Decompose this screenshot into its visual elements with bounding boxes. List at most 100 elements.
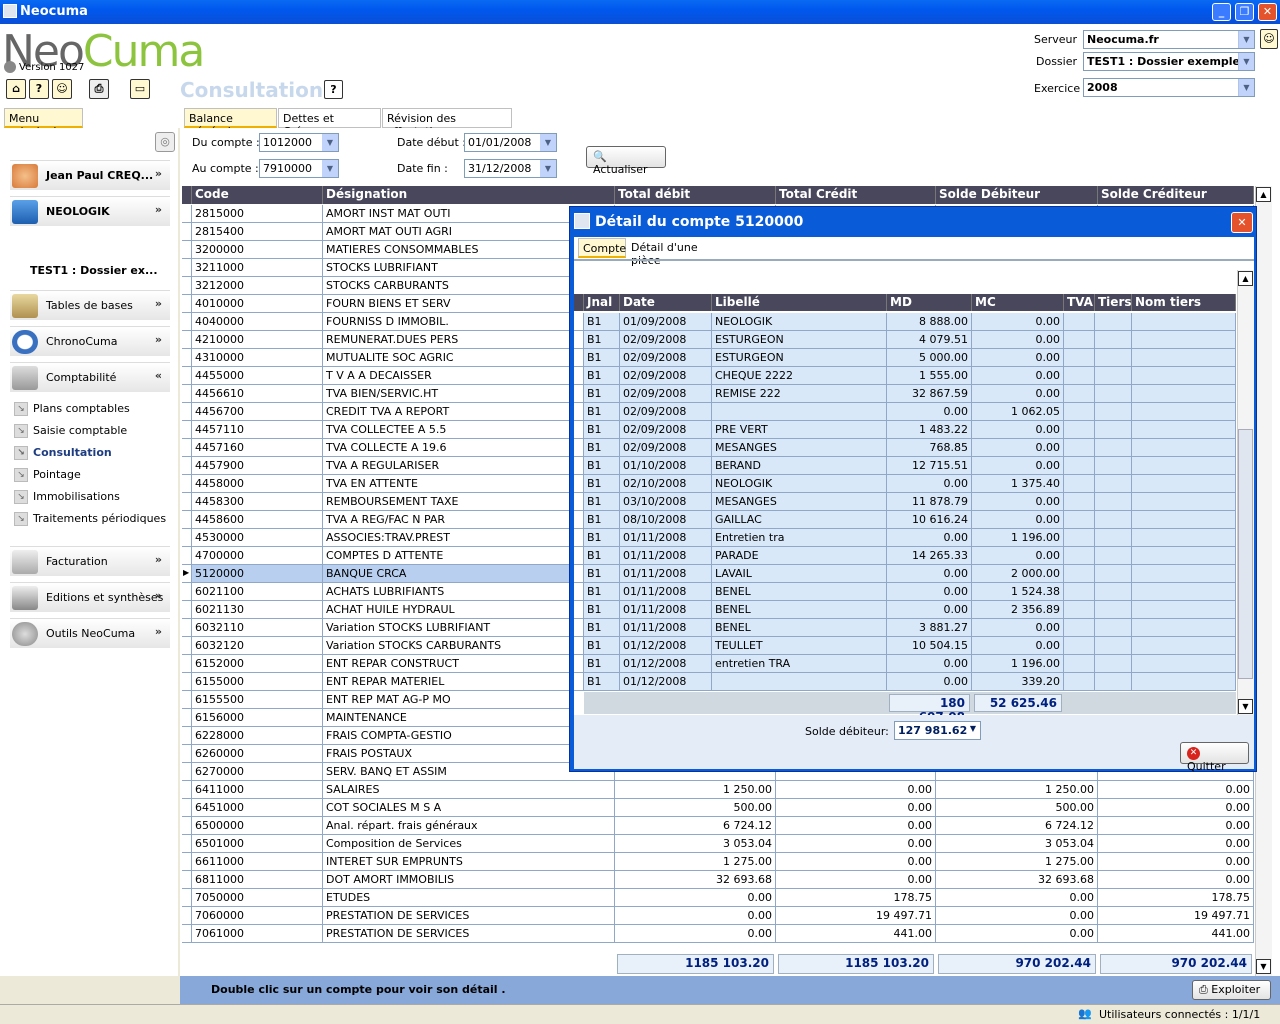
user-icon[interactable]: ☺ [1260,29,1278,49]
row-selector[interactable] [574,583,584,601]
list-item[interactable]: B1 02/09/2008 CHEQUE 2222 1 555.00 0.00 [574,367,1254,385]
list-item[interactable]: B1 01/11/2008 Entretien tra 0.00 1 196.00 [574,529,1254,547]
list-item[interactable]: B1 01/11/2008 LAVAIL 0.00 2 000.00 [574,565,1254,583]
close-icon[interactable]: ✕ [1258,3,1277,21]
dialog-header-tva[interactable]: TVA [1064,294,1095,311]
table-row[interactable]: 7060000 PRESTATION DE SERVICES 0.00 19 497.… [0,907,1254,925]
row-selector[interactable] [182,763,192,781]
page-help-icon[interactable]: ? [324,80,343,99]
actualiser-button[interactable]: 🔍 Actualiser [586,146,666,176]
row-selector[interactable] [574,385,584,403]
list-item[interactable]: B1 01/10/2008 BERAND 12 715.51 0.00 [574,457,1254,475]
dialog-close-icon[interactable]: ✕ [1231,212,1253,233]
row-selector[interactable] [574,673,584,691]
list-item[interactable]: B1 02/09/2008 REMISE 222 32 867.59 0.00 [574,385,1254,403]
scroll-up-icon[interactable]: ▲ [1256,187,1271,202]
row-selector[interactable] [574,349,584,367]
row-selector[interactable] [574,367,584,385]
row-selector[interactable] [574,313,584,331]
exploiter-button[interactable]: ⎙ Exploiter [1192,980,1271,1000]
row-selector[interactable] [182,601,192,619]
minimize-icon[interactable]: _ [1212,3,1231,21]
table-row[interactable]: 6611000 INTERET SUR EMPRUNTS 1 275.00 0.00 1… [0,853,1254,871]
tab-balance-generale[interactable]: Balance générale [184,108,277,138]
list-item[interactable]: B1 02/09/2008 0.00 1 062.05 [574,403,1254,421]
list-item[interactable]: B1 02/09/2008 ESTURGEON 4 079.51 0.00 [574,331,1254,349]
dossier-select[interactable]: TEST1 : Dossier exemple ▼ [1083,52,1255,71]
row-selector[interactable] [182,475,192,493]
dialog-header-jnal[interactable]: Jnal [584,294,620,311]
exercice-select[interactable]: 2008 ▼ [1083,78,1255,97]
row-selector[interactable] [574,331,584,349]
tab-revision-affectations[interactable]: Révision des affectations [382,108,512,138]
row-selector[interactable] [182,439,192,457]
row-selector[interactable] [574,637,584,655]
grid-header-code[interactable]: Code [192,186,323,204]
list-item[interactable]: B1 01/11/2008 BENEL 0.00 2 356.89 [574,601,1254,619]
table-row[interactable]: 6451000 COT SOCIALES M S A 500.00 0.00 500.0… [0,799,1254,817]
row-selector[interactable] [574,421,584,439]
row-selector[interactable] [182,745,192,763]
quitter-button[interactable]: ✕ Quitter [1180,742,1249,773]
table-row[interactable]: 7061000 PRESTATION DE SERVICES 0.00 441.00 0… [0,925,1254,943]
row-selector[interactable] [182,277,192,295]
row-selector[interactable] [182,313,192,331]
row-selector[interactable] [574,439,584,457]
row-selector[interactable] [182,907,192,925]
table-row[interactable]: 6501000 Composition de Services 3 053.04 0.… [0,835,1254,853]
list-item[interactable]: B1 01/09/2008 NEOLOGIK 8 888.00 0.00 [574,313,1254,331]
grid-header-solde-crediteur[interactable]: Solde Créditeur [1098,186,1254,204]
row-selector[interactable] [182,493,192,511]
row-selector[interactable] [182,835,192,853]
row-selector[interactable] [182,925,192,943]
maximize-icon[interactable]: ❐ [1235,3,1254,21]
scroll-down-icon[interactable]: ▼ [1238,699,1253,714]
scroll-up-icon[interactable]: ▲ [1238,271,1253,286]
row-selector[interactable] [182,655,192,673]
row-selector[interactable] [182,889,192,907]
grid-header-solde-debiteur[interactable]: Solde Débiteur [936,186,1098,204]
row-selector[interactable] [182,259,192,277]
table-row[interactable]: 6811000 DOT AMORT IMMOBILIS 32 693.68 0.00 3… [0,871,1254,889]
row-selector[interactable] [182,529,192,547]
user-help-icon[interactable]: ☺ [52,79,72,99]
row-selector[interactable] [182,331,192,349]
row-selector[interactable] [182,583,192,601]
row-selector[interactable] [182,637,192,655]
list-item[interactable]: B1 01/12/2008 0.00 339.20 [574,673,1254,691]
row-selector[interactable] [182,241,192,259]
row-selector[interactable] [182,349,192,367]
list-item[interactable]: B1 01/11/2008 PARADE 14 265.33 0.00 [574,547,1254,565]
row-selector[interactable] [182,853,192,871]
sidebar-item-user[interactable]: Jean Paul CREQ...» [10,160,170,190]
date-debut-input[interactable]: 01/01/2008 ▼ [464,133,557,152]
row-selector[interactable] [182,817,192,835]
row-selector[interactable] [182,511,192,529]
row-selector[interactable] [182,295,192,313]
row-selector[interactable] [182,691,192,709]
row-selector[interactable] [574,655,584,673]
solde-select[interactable]: 127 981.62 ▼ [894,721,981,740]
home-icon[interactable]: ⌂ [6,79,26,99]
tab-menu-principal[interactable]: Menu principal [4,108,83,138]
row-selector[interactable] [574,511,584,529]
row-selector[interactable] [182,709,192,727]
dialog-header-nom-tiers[interactable]: Nom tiers [1132,294,1236,311]
grid-scrollbar[interactable] [1255,186,1272,976]
du-compte-select[interactable]: 1012000 ▼ [259,133,339,152]
row-selector[interactable] [574,457,584,475]
list-item[interactable]: B1 02/09/2008 ESTURGEON 5 000.00 0.00 [574,349,1254,367]
row-selector[interactable] [182,367,192,385]
table-row[interactable]: 7050000 ETUDES 0.00 178.75 0.00 178.75 [0,889,1254,907]
table-row[interactable]: 6500000 Anal. répart. frais généraux 6 724… [0,817,1254,835]
tab-dettes-creances[interactable]: Dettes et Créances [278,108,381,138]
tab-compte[interactable]: Compte [578,238,626,258]
row-selector[interactable] [574,565,584,583]
row-selector[interactable] [182,403,192,421]
dialog-header-md[interactable]: MD [887,294,972,311]
row-selector[interactable] [574,403,584,421]
row-selector[interactable] [182,673,192,691]
list-item[interactable]: B1 01/12/2008 TEULLET 10 504.15 0.00 [574,637,1254,655]
row-selector[interactable] [182,457,192,475]
dialog-header-tiers[interactable]: Tiers [1095,294,1132,311]
